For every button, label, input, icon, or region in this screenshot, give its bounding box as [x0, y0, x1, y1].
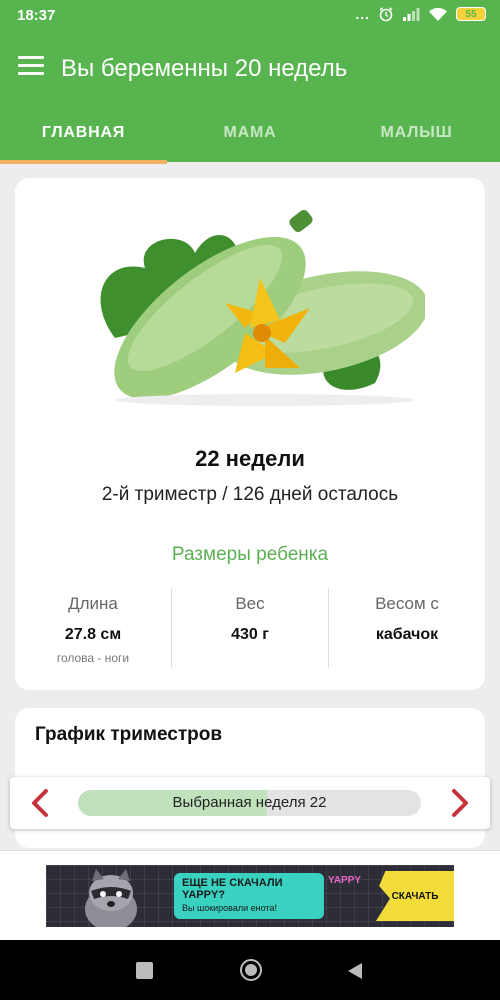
ad-subline: Вы шокировали енота!	[182, 903, 277, 913]
week-title: 22 недели	[195, 446, 305, 471]
back-icon[interactable]	[344, 960, 366, 982]
ad-banner[interactable]: ЕЩЕ НЕ СКАЧАЛИ YAPPY? Вы шокировали енот…	[46, 865, 454, 927]
ad-brand: YAPPY	[328, 875, 361, 886]
zucchini-image	[100, 209, 425, 406]
stat-sub: голова - ноги	[56, 651, 130, 665]
stat-length: Длина 27.8 см голова - ноги	[15, 594, 171, 665]
tab-indicator	[0, 160, 167, 164]
trimester-info: 2-й триместр / 126 дней осталось	[101, 484, 399, 505]
ad-headline: ЕЩЕ НЕ СКАЧАЛИ YAPPY?	[182, 877, 283, 901]
app-bar: Вы беременны 20 недель	[0, 36, 500, 100]
system-nav-bar	[0, 940, 500, 1000]
stat-value: кабачок	[375, 626, 439, 643]
week-selector: Выбранная неделя 22	[10, 777, 490, 829]
tab-main[interactable]: ГЛАВНАЯ	[0, 104, 167, 162]
battery-icon: 55	[456, 7, 486, 21]
home-icon[interactable]	[240, 959, 262, 981]
stat-value: 430 г	[231, 626, 269, 643]
wifi-icon	[429, 7, 447, 21]
week-progress-bar: Выбранная неделя 22	[78, 790, 421, 816]
stat-value: 27.8 см	[64, 626, 122, 643]
app-title: Вы беременны 20 недель	[61, 55, 348, 82]
alarm-icon	[379, 7, 393, 22]
ad-message: ЕЩЕ НЕ СКАЧАЛИ YAPPY? Вы шокировали енот…	[174, 873, 324, 919]
week-card: 22 недели 2-й триместр / 126 дней остало…	[15, 178, 485, 690]
chevron-left-icon[interactable]	[26, 787, 56, 819]
signal-icon	[403, 8, 420, 21]
stat-label: Весом с	[375, 594, 439, 613]
stat-label: Длина	[68, 594, 118, 613]
status-icons: ... 55	[355, 6, 486, 22]
ad-area: ЕЩЕ НЕ СКАЧАЛИ YAPPY? Вы шокировали енот…	[0, 850, 500, 940]
status-bar: 18:37 ... 55	[0, 0, 500, 32]
menu-icon[interactable]	[18, 56, 44, 78]
chevron-right-icon[interactable]	[444, 787, 474, 819]
tab-bar: ГЛАВНАЯ МАМА МАЛЫШ	[0, 104, 500, 164]
tab-baby[interactable]: МАЛЫШ	[333, 104, 500, 162]
selected-week-label: Выбранная неделя 22	[172, 794, 327, 811]
tab-mom[interactable]: МАМА	[167, 104, 333, 162]
stat-weight: Вес 430 г	[172, 594, 328, 644]
baby-sizes-heading: Размеры ребенка	[171, 544, 329, 565]
stat-comparison: Весом с кабачок	[329, 594, 485, 644]
app-header: 18:37 ... 55 Вы беременны 20 недель ГЛАВ…	[0, 0, 500, 164]
status-time: 18:37	[17, 7, 56, 24]
raccoon-image	[85, 869, 137, 927]
stat-label: Вес	[235, 594, 265, 613]
recent-apps-icon[interactable]	[136, 962, 153, 979]
trimester-graph-title: График триместров	[35, 724, 223, 745]
more-dots-icon: ...	[355, 6, 370, 22]
